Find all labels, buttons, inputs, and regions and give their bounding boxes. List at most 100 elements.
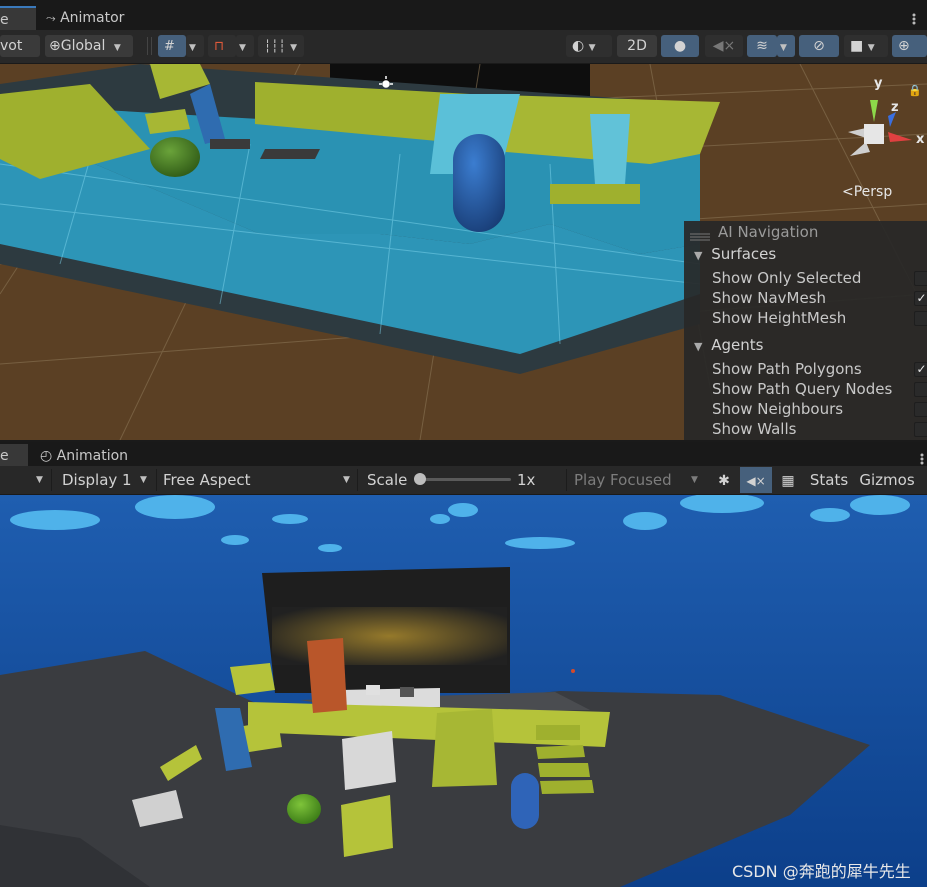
checkmark-icon: ✓ [916, 362, 927, 376]
show-neighbours-checkbox[interactable] [914, 402, 927, 417]
lock-icon[interactable]: 🔒 [908, 84, 922, 97]
game-render [0, 495, 927, 887]
chevron-down-icon: ▼ [780, 43, 787, 53]
shading-sphere-icon: ◐ [572, 38, 585, 54]
globe-icon: ⊕ [49, 38, 61, 54]
show-only-selected-checkbox[interactable] [914, 271, 927, 286]
lightbulb-icon: ● [673, 38, 687, 54]
chevron-down-icon: ▼ [343, 475, 350, 485]
draw-mode-dropdown[interactable]: ◐ ▼ [566, 35, 612, 57]
display-dropdown[interactable]: Display 1 ▼ [52, 467, 156, 493]
play-mode-label: Play Focused [574, 471, 672, 489]
tab-animation[interactable]: ◴ Animation [40, 444, 128, 468]
stats-button[interactable]: Stats [806, 467, 852, 493]
magnet-icon: ⊓ [214, 39, 225, 54]
drag-handle-icon[interactable] [690, 227, 710, 241]
ruler-icon: ┆┆┆ [264, 39, 286, 53]
shortcuts-button[interactable]: ▦ [773, 467, 803, 493]
increment-snap-dropdown[interactable]: ▼ [236, 35, 254, 57]
persp-icon: < [842, 184, 854, 200]
tab-game[interactable]: e [0, 444, 28, 468]
agents-foldout[interactable]: ▼ Agents [694, 336, 763, 354]
pivot-label: vot [0, 38, 23, 54]
tab-scene[interactable]: e [0, 6, 36, 30]
chevron-down-icon: ▼ [140, 475, 147, 485]
chevron-down-icon: ▼ [588, 43, 596, 53]
show-only-selected-label: Show Only Selected [712, 269, 862, 287]
play-mode-dropdown[interactable]: Play Focused ▼ [567, 467, 707, 493]
aspect-label: Free Aspect [163, 471, 251, 489]
toolbar-separator [357, 469, 358, 491]
mute-icon: ◀× [712, 38, 736, 54]
effects-dropdown[interactable]: ▼ [777, 35, 795, 57]
audio-toggle-button[interactable]: ◀× [705, 35, 743, 57]
tab-animator-label: Animator [60, 10, 125, 26]
clock-icon: ◴ [40, 448, 53, 464]
show-heightmesh-label: Show HeightMesh [712, 309, 847, 327]
chevron-down-icon: ▼ [36, 475, 43, 485]
game-view-dropdown[interactable]: ▼ [0, 467, 50, 493]
chevron-down-icon: ▼ [691, 475, 698, 485]
2d-toggle-button[interactable]: 2D [617, 35, 657, 57]
persp-toggle[interactable]: <Persp [842, 184, 892, 200]
toolbar-separator [151, 37, 152, 55]
mute-audio-button[interactable]: ◀× [740, 467, 772, 493]
global-dropdown[interactable]: ⊕Global ▼ [45, 35, 133, 57]
show-path-polygons-checkbox[interactable]: ✓ [914, 362, 927, 377]
hidden-objects-toggle-button[interactable]: ⊘ [799, 35, 839, 57]
surfaces-foldout[interactable]: ▼ Surfaces [694, 245, 776, 263]
gizmo-x-label: x [916, 132, 925, 147]
more-options-icon[interactable] [912, 10, 916, 25]
layers-icon: ≋ [756, 38, 768, 54]
scene-viewport[interactable]: y z x 🔒 <Persp AI Navigation ▼ Surfaces … [0, 64, 927, 440]
show-path-query-nodes-checkbox[interactable] [914, 382, 927, 397]
show-heightmesh-checkbox[interactable] [914, 311, 927, 326]
aspect-dropdown[interactable]: Free Aspect ▼ [157, 467, 357, 493]
pivot-dropdown[interactable]: vot ▼ [0, 35, 40, 75]
mute-icon: ◀× [746, 474, 766, 488]
tab-animator[interactable]: ⤳ Animator [46, 6, 156, 30]
stats-label: Stats [809, 471, 849, 489]
game-tab-bar: e ◴ Animation [0, 440, 927, 468]
scene-toolbar: vot ▼ ⊕Global ▼ # ▼ ⊓ ▼ ┆┆┆ ▼ ◐ ▼ 2D ● ◀… [0, 30, 927, 75]
display-label: Display 1 [62, 471, 132, 489]
lighting-toggle-button[interactable]: ● [661, 35, 699, 57]
game-viewport[interactable] [0, 495, 927, 887]
gizmos-button[interactable]: Gizmos [854, 467, 920, 493]
gizmo-z-label: z [891, 100, 899, 115]
show-navmesh-label: Show NavMesh [712, 289, 827, 307]
tab-scene-label: e [0, 12, 9, 28]
chevron-down-icon: ▼ [867, 43, 875, 53]
increment-snap-button[interactable]: ⊓ [208, 35, 236, 57]
camera-dropdown[interactable]: ■ ▼ [844, 35, 888, 57]
orientation-gizmo[interactable]: y z x 🔒 <Persp [830, 72, 927, 212]
ruler-dropdown[interactable]: ┆┆┆ ▼ [258, 35, 304, 57]
scale-slider-handle[interactable] [414, 473, 426, 485]
scale-slider[interactable] [414, 473, 511, 485]
grid-snap-dropdown[interactable]: ▼ [186, 35, 204, 57]
agents-header: Agents [711, 336, 764, 354]
bug-icon: ✱ [718, 473, 730, 489]
global-label: Global [60, 38, 106, 54]
frame-debugger-button[interactable]: ✱ [709, 467, 739, 493]
show-path-polygons-label: Show Path Polygons [712, 360, 862, 378]
chevron-down-icon: ▼ [239, 43, 246, 53]
toolbar-separator [147, 37, 148, 55]
show-path-query-nodes-label: Show Path Query Nodes [712, 380, 893, 398]
gizmo-y-label: y [874, 76, 883, 91]
keyboard-icon: ▦ [781, 473, 795, 489]
chevron-down-icon: ▼ [290, 43, 298, 53]
gizmos-label: Gizmos [859, 471, 915, 489]
grid-snap-button[interactable]: # [158, 35, 186, 57]
chevron-down-icon: ▼ [113, 43, 121, 53]
more-options-icon[interactable] [920, 450, 924, 465]
game-toolbar: ▼ Display 1 ▼ Free Aspect ▼ Scale 1x Pla… [0, 466, 927, 495]
watermark: CSDN @奔跑的犀牛先生 [732, 862, 911, 881]
gizmos-dropdown[interactable]: ⊕ ▼ [892, 35, 927, 75]
camera-icon: ■ [850, 38, 864, 54]
show-navmesh-checkbox[interactable]: ✓ [914, 291, 927, 306]
effects-toggle-button[interactable]: ≋ [747, 35, 777, 57]
show-walls-checkbox[interactable] [914, 422, 927, 437]
animator-icon: ⤳ [46, 11, 56, 25]
ai-navigation-overlay: AI Navigation ▼ Surfaces Show Only Selec… [684, 221, 927, 440]
